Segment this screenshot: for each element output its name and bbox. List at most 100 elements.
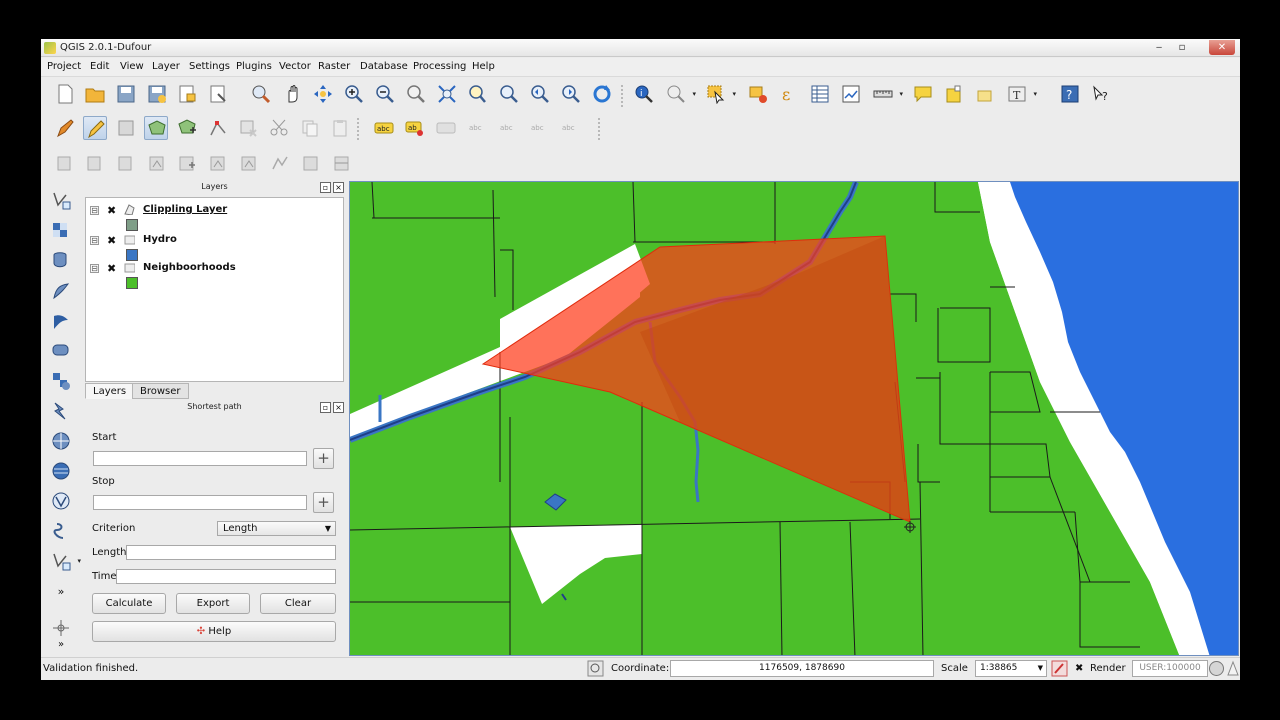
layer-item-clipping[interactable]: ⊟ ✖ Clippling Layer bbox=[90, 203, 340, 233]
save-project-icon[interactable] bbox=[114, 82, 138, 106]
pick-start-button[interactable]: + bbox=[313, 448, 334, 469]
export-button[interactable]: Export bbox=[176, 593, 250, 614]
time-field[interactable] bbox=[116, 569, 336, 584]
add-spatialite-layer-icon[interactable] bbox=[49, 279, 73, 303]
menu-help[interactable]: Help bbox=[472, 61, 495, 72]
map-canvas[interactable] bbox=[349, 181, 1239, 656]
add-feature-icon[interactable] bbox=[144, 116, 168, 140]
pin-labels-icon[interactable]: ab bbox=[403, 116, 427, 140]
measure-line-icon[interactable]: ▾ bbox=[871, 82, 903, 106]
minimize-button[interactable]: ‒ bbox=[1149, 40, 1169, 55]
stop-point-field[interactable] bbox=[93, 495, 307, 510]
new-project-icon[interactable] bbox=[53, 82, 77, 106]
delete-selected-icon[interactable] bbox=[236, 116, 260, 140]
map-render[interactable] bbox=[350, 182, 1239, 656]
text-annotation-icon[interactable]: T ▾ bbox=[1005, 82, 1037, 106]
new-shapefile-icon[interactable]: ▾ bbox=[49, 549, 81, 573]
collapse-icon[interactable]: ⊟ bbox=[90, 206, 99, 215]
pan-to-center-icon[interactable] bbox=[311, 82, 335, 106]
close-panel-button[interactable]: × bbox=[333, 402, 344, 413]
layers-tree[interactable]: ⊟ ✖ Clippling Layer ⊟ ✖ Hydro ⊟ ✖ Neighb… bbox=[85, 197, 344, 382]
start-point-field[interactable] bbox=[93, 451, 307, 466]
layer-visibility-checkbox[interactable]: ✖ bbox=[107, 262, 116, 275]
select-features-icon[interactable]: ▾ bbox=[704, 82, 736, 106]
add-ring-icon[interactable] bbox=[145, 151, 169, 175]
zoom-to-selection-icon[interactable] bbox=[465, 82, 489, 106]
menu-settings[interactable]: Settings bbox=[189, 61, 230, 72]
toolbar-grip[interactable] bbox=[621, 85, 625, 107]
menu-edit[interactable]: Edit bbox=[90, 61, 109, 72]
crosshair-icon[interactable] bbox=[49, 616, 73, 640]
add-mssql-layer-icon[interactable] bbox=[49, 309, 73, 333]
crs-status-button[interactable]: USER:100000 bbox=[1132, 660, 1208, 677]
add-delimited-text-icon[interactable] bbox=[49, 489, 73, 513]
zoom-last-icon[interactable] bbox=[528, 82, 552, 106]
move-feature-icon[interactable] bbox=[175, 116, 199, 140]
tab-browser[interactable]: Browser bbox=[132, 383, 189, 399]
statistics-icon[interactable] bbox=[839, 82, 863, 106]
add-wfs-layer-icon[interactable] bbox=[49, 429, 73, 453]
help-contents-icon[interactable]: ? bbox=[1058, 82, 1082, 106]
menu-database[interactable]: Database bbox=[360, 61, 408, 72]
offset-curve-icon[interactable] bbox=[299, 151, 323, 175]
tab-layers[interactable]: Layers bbox=[85, 383, 135, 399]
map-tips-icon[interactable]: ▾ bbox=[664, 82, 696, 106]
menu-view[interactable]: View bbox=[120, 61, 144, 72]
zoom-1-1-icon[interactable] bbox=[404, 82, 428, 106]
refresh-icon[interactable] bbox=[590, 82, 614, 106]
rotation-icon[interactable] bbox=[1051, 660, 1068, 677]
calculate-button[interactable]: Calculate bbox=[92, 593, 166, 614]
add-wms-layer-icon[interactable] bbox=[49, 369, 73, 393]
paste-features-icon[interactable] bbox=[328, 116, 352, 140]
new-print-composer-icon[interactable] bbox=[175, 82, 199, 106]
add-postgis-layer-icon[interactable] bbox=[49, 249, 73, 273]
identify-features-icon[interactable]: i bbox=[632, 82, 656, 106]
messages-icon[interactable] bbox=[1227, 660, 1239, 677]
attribute-table-icon[interactable] bbox=[808, 82, 832, 106]
float-panel-button[interactable]: ▫ bbox=[320, 402, 331, 413]
criterion-select[interactable]: Length ▼ bbox=[217, 521, 336, 536]
add-raster-layer-icon[interactable] bbox=[49, 219, 73, 243]
deselect-features-icon[interactable] bbox=[746, 82, 770, 106]
scale-select[interactable]: 1:38865 ▼ bbox=[975, 660, 1047, 677]
undo-icon[interactable] bbox=[53, 151, 77, 175]
current-edits-icon[interactable] bbox=[53, 116, 77, 140]
length-field[interactable] bbox=[126, 545, 336, 560]
coordinate-field[interactable]: 1176509, 1878690 bbox=[670, 660, 934, 677]
simplify-feature-icon[interactable] bbox=[114, 151, 138, 175]
show-bookmarks-icon[interactable] bbox=[973, 82, 997, 106]
menu-project[interactable]: Project bbox=[47, 61, 81, 72]
composer-manager-icon[interactable] bbox=[206, 82, 230, 106]
zoom-out-icon[interactable] bbox=[373, 82, 397, 106]
close-button[interactable]: ✕ bbox=[1209, 40, 1235, 55]
change-label-icon[interactable]: abc bbox=[527, 116, 551, 140]
close-panel-button[interactable]: × bbox=[333, 182, 344, 193]
delete-ring-icon[interactable] bbox=[206, 151, 230, 175]
pick-stop-button[interactable]: + bbox=[313, 492, 334, 513]
menu-raster[interactable]: Raster bbox=[318, 61, 350, 72]
help-button[interactable]: ✣ Help bbox=[92, 621, 336, 642]
cut-features-icon[interactable] bbox=[267, 116, 291, 140]
add-vector-layer-icon[interactable] bbox=[49, 188, 73, 212]
add-gpx-icon[interactable] bbox=[49, 519, 73, 543]
expand-down-chevron-icon[interactable]: » bbox=[49, 639, 73, 653]
menu-vector[interactable]: Vector bbox=[279, 61, 311, 72]
reshape-features-icon[interactable] bbox=[268, 151, 292, 175]
zoom-full-icon[interactable] bbox=[435, 82, 459, 106]
zoom-to-layer-icon[interactable] bbox=[497, 82, 521, 106]
collapse-icon[interactable]: ⊟ bbox=[90, 236, 99, 245]
map-tips-bubble-icon[interactable] bbox=[911, 82, 935, 106]
rotate-label-icon[interactable]: abc bbox=[496, 116, 520, 140]
toolbar-grip[interactable] bbox=[357, 118, 361, 140]
menu-layer[interactable]: Layer bbox=[152, 61, 180, 72]
delete-part-icon[interactable] bbox=[237, 151, 261, 175]
node-tool-icon[interactable] bbox=[206, 116, 230, 140]
show-hide-labels-icon[interactable] bbox=[434, 116, 458, 140]
whats-this-icon[interactable]: ? bbox=[1089, 82, 1113, 106]
layer-labeling-icon[interactable]: abc bbox=[372, 116, 396, 140]
zoom-next-icon[interactable] bbox=[559, 82, 583, 106]
save-as-icon[interactable] bbox=[145, 82, 169, 106]
pan-map-icon[interactable] bbox=[281, 82, 305, 106]
new-bookmark-icon[interactable] bbox=[942, 82, 966, 106]
move-label-icon[interactable]: abc bbox=[465, 116, 489, 140]
